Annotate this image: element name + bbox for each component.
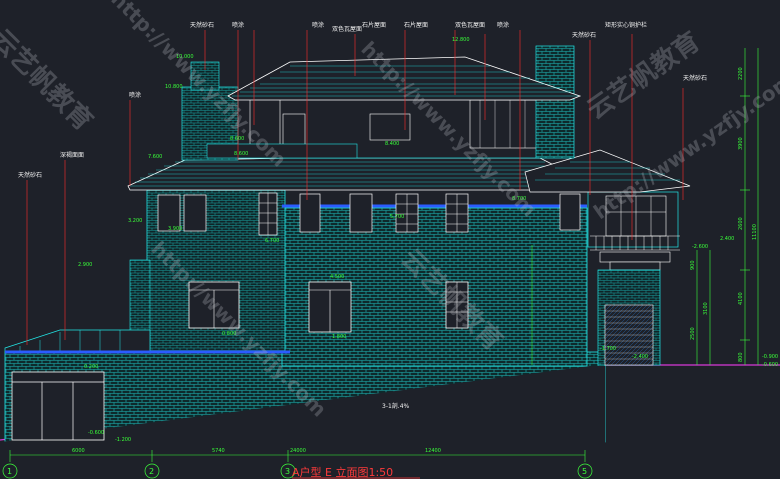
elev-3: 10.800 [165, 84, 183, 90]
elev-22: -2.600 [692, 244, 708, 250]
chimney-right [535, 45, 575, 159]
elev-17: 0.200 [84, 364, 98, 370]
elev-25: -0.600 [762, 362, 778, 368]
section-mark: 3-1剖.4% [382, 402, 410, 410]
callout-13: 天然砂石 [18, 171, 42, 179]
bottom-dim-3: 24000 [290, 448, 306, 454]
right-dim-4: 11100 [752, 224, 758, 240]
right-dim-6: 3100 [703, 302, 709, 315]
bottom-dim-2: 5740 [212, 448, 225, 454]
right-dim-2: 3900 [738, 137, 744, 150]
right-dim-1: 2200 [738, 67, 744, 80]
right-dim-5: 4100 [738, 292, 744, 305]
callout-5: 石片屋面 [362, 21, 386, 29]
elev-14: 2.400 [720, 236, 734, 242]
callout-7: 双色瓦屋面 [455, 21, 485, 29]
elev-8: 6.700 [265, 238, 279, 244]
callout-3: 喷涂 [312, 21, 324, 29]
axis-label-2: 2 [149, 467, 154, 476]
window-uf4 [299, 193, 321, 233]
callout-10: 矩形实心铜护栏 [605, 21, 647, 29]
elev-10: 4.500 [330, 274, 344, 280]
right-dim-8: 800 [738, 352, 744, 362]
elev-5: 8.400 [385, 141, 399, 147]
watermark-brand-1: 云艺帆教育 [0, 23, 99, 137]
elev-15: 1.800 [332, 334, 346, 340]
callout-9: 天然砂石 [572, 31, 596, 39]
callout-14: 深褐面面 [60, 151, 84, 159]
elev-4: 8.600 [234, 151, 248, 157]
elev-21: -2.400 [632, 354, 648, 360]
elev-19: -1.200 [115, 437, 131, 443]
cad-drawing-canvas: 1 2 3 5 6000 5740 24000 12400 2200 3900 … [0, 0, 780, 479]
elev-24: -0.900 [762, 354, 778, 360]
drawing-title: A户型 E 立面图1:50 [292, 465, 393, 479]
right-dim-7: 2500 [690, 327, 696, 340]
callout-12: 喷涂 [129, 91, 141, 99]
window-uf5 [349, 193, 373, 233]
elev-9: 5.700 [390, 214, 404, 220]
callout-8: 喷涂 [497, 21, 509, 29]
elev-20: -1.700 [600, 346, 616, 352]
callout-4: 双色瓦屋面 [332, 25, 362, 33]
elev-13: 2.900 [78, 262, 92, 268]
axis-label-1: 1 [7, 467, 12, 476]
elevation-drawing: 1 2 3 5 6000 5740 24000 12400 2200 3900 … [0, 0, 780, 479]
elev-12: 3.200 [128, 218, 142, 224]
callout-1: 天然砂石 [190, 21, 214, 29]
window-uf2 [183, 194, 207, 232]
elev-7: 7.600 [148, 154, 162, 160]
right-dim-3: 2600 [738, 217, 744, 230]
window-uf8 [559, 193, 581, 231]
callout-11: 天然砂石 [683, 74, 707, 82]
elev-23: 12.800 [452, 37, 470, 43]
bottom-dim-1: 6000 [72, 448, 85, 454]
callout-2: 喷涂 [232, 21, 244, 29]
axis-label-3: 3 [285, 467, 290, 476]
elev-18: -0.600 [88, 430, 104, 436]
bottom-dim-4: 12400 [425, 448, 441, 454]
right-dim-9: 900 [690, 260, 696, 270]
callout-6: 石片屋面 [404, 21, 428, 29]
axis-label-5: 5 [582, 467, 587, 476]
elev-11: 3.900 [168, 226, 182, 232]
